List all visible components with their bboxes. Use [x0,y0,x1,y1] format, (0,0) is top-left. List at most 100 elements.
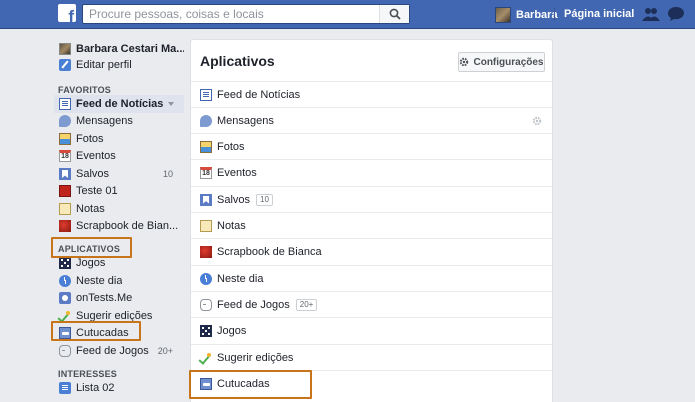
gear-icon [460,57,469,67]
sidebar-item-teste-01[interactable]: Teste 01 [54,182,184,200]
events-icon: 18 [200,166,212,179]
facebook-logo-icon[interactable]: f [58,4,76,26]
sidebar-item-label: Scrapbook de Bian... [76,220,179,232]
messages-icon[interactable] [668,6,684,22]
sidebar-item-label: Fotos [76,133,104,145]
sidebar-item-label: Lista 02 [76,382,115,394]
games-icon [59,257,71,269]
interests-header: INTERESSES [58,369,118,379]
app-label: Sugerir edições [217,351,294,364]
sidebar-item-label: Mensagens [76,115,133,127]
sidebar-item-games-feed[interactable]: Feed de Jogos 20+ [54,342,184,360]
notes-icon [200,219,212,232]
app-row-news-feed[interactable]: Feed de Notícias [191,81,552,107]
on-this-day-icon [59,275,71,287]
saved-icon [200,193,212,206]
app-row-suggest-edits[interactable]: Sugerir edições [191,344,552,370]
gear-icon[interactable] [532,116,542,126]
sidebar-item-ontests[interactable]: onTests.Me [54,289,184,307]
app-label: Feed de Jogos [217,298,290,311]
messages-icon [200,114,212,127]
page-title: Aplicativos [200,53,275,69]
sidebar-item-edit-profile[interactable]: Editar perfil [54,56,184,74]
search-box [82,4,410,24]
scrapbook-icon [200,245,212,258]
app-label: Jogos [217,324,247,337]
sidebar-item-list-02[interactable]: Lista 02 [54,379,184,397]
saved-icon [59,168,71,180]
games-icon [200,324,212,337]
app-row-events[interactable]: 18 Eventos [191,159,552,185]
sidebar-item-label: Editar perfil [76,59,132,71]
app-row-saved[interactable]: Salvos 10 [191,186,552,212]
avatar [495,6,511,23]
suggest-edits-icon [200,352,212,364]
app-row-scrapbook[interactable]: Scrapbook de Bianca [191,238,552,264]
avatar [59,43,71,55]
divider [554,8,555,21]
news-feed-icon [200,88,212,101]
sidebar-item-news-feed[interactable]: Feed de Notícias [54,95,184,113]
sidebar-item-notes[interactable]: Notas [54,200,184,218]
sidebar-item-photos[interactable]: Fotos [54,130,184,148]
app-label: Mensagens [217,114,274,127]
search-icon [389,8,401,20]
sidebar-item-messages[interactable]: Mensagens [54,112,184,130]
app-row-games[interactable]: Jogos [191,317,552,343]
list-icon [59,382,71,394]
sidebar-item-label: Feed de Jogos [76,345,149,357]
sidebar-item-label: Notas [76,203,105,215]
on-this-day-icon [200,272,212,285]
logo-letter: f [68,7,74,26]
ontests-icon [59,292,71,304]
chevron-down-icon[interactable] [168,102,174,106]
app-label: Notas [217,219,246,232]
sidebar-item-label: Neste dia [76,275,123,287]
games-feed-icon [59,345,71,357]
app-label: Fotos [217,140,245,153]
pencil-icon [59,59,71,71]
settings-label: Configurações [473,56,544,68]
sidebar-item-label: Barbara Cestari Ma... [76,43,184,55]
favorites-header: FAVORITOS [58,85,111,95]
group-icon [59,185,71,197]
app-row-photos[interactable]: Fotos [191,133,552,159]
photos-icon [200,140,212,153]
sidebar-item-on-this-day[interactable]: Neste dia [54,272,184,290]
app-row-games-feed[interactable]: Feed de Jogos 20+ [191,291,552,317]
count-badge: 20+ [157,346,173,356]
home-link[interactable]: Página inicial [564,8,634,20]
app-label: Neste dia [217,272,264,285]
photos-icon [59,133,71,145]
sidebar-item-label: Eventos [76,150,116,162]
sidebar-item-saved[interactable]: Salvos 10 [54,165,184,183]
profile-link[interactable]: Barbara [495,6,558,23]
highlight-box [51,321,141,341]
count-badge: 10 [162,169,173,179]
events-icon: 18 [59,150,71,162]
search-button[interactable] [379,5,409,23]
app-label: Salvos [217,193,251,206]
app-row-on-this-day[interactable]: Neste dia [191,265,552,291]
sidebar-item-label: onTests.Me [76,292,133,304]
profile-name: Barbara [516,8,558,21]
highlight-box [51,237,132,258]
top-navigation-bar: f Barbara Página inicial [0,0,695,29]
count-badge: 20+ [295,298,318,311]
sidebar-item-scrapbook[interactable]: Scrapbook de Bian... [54,217,184,235]
sidebar-item-label: Feed de Notícias [76,98,164,110]
sidebar-item-events[interactable]: 18 Eventos [54,147,184,165]
settings-button[interactable]: Configurações [458,52,545,72]
app-label: Scrapbook de Bianca [217,245,322,258]
sidebar-item-label: Jogos [76,257,106,269]
scrapbook-icon [59,220,71,232]
app-label: Eventos [217,166,257,179]
search-input[interactable] [83,5,379,23]
app-label: Feed de Notícias [217,88,301,101]
app-row-notes[interactable]: Notas [191,212,552,238]
sidebar-item-label: Salvos [76,168,110,180]
count-badge: 10 [256,193,273,206]
app-row-messages[interactable]: Mensagens [191,107,552,133]
friend-requests-icon[interactable] [642,6,660,22]
notes-icon [59,203,71,215]
